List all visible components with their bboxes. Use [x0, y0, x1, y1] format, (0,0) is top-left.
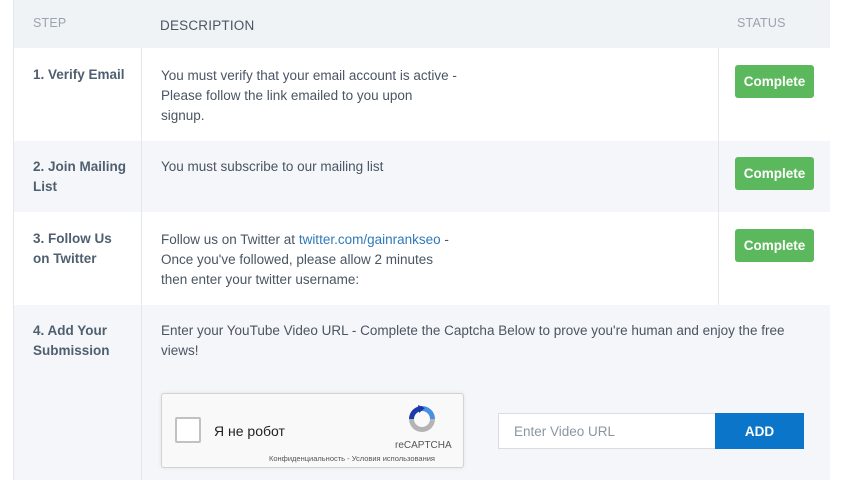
recaptcha-label: Я не робот	[214, 423, 285, 439]
complete-button-join-mailing[interactable]: Complete	[735, 157, 814, 190]
recaptcha-logo-icon	[409, 405, 435, 432]
add-button[interactable]: ADD	[715, 413, 804, 449]
step-title-line: 3. Follow Us	[33, 231, 112, 246]
description-line: Follow us on Twitter at twitter.com/gain…	[161, 230, 449, 250]
step-title-line: 4. Add Your	[33, 323, 108, 338]
description-line: You must verify that your email account …	[161, 68, 457, 83]
step-title-line: on Twitter	[33, 251, 97, 266]
table-row: 1. Verify Email You must verify that you…	[14, 48, 830, 141]
step-description: Enter your YouTube Video URL - Complete …	[161, 321, 784, 361]
column-divider	[141, 48, 142, 480]
step-title-line: 2. Join Mailing	[33, 159, 127, 174]
complete-button-follow-twitter[interactable]: Complete	[735, 229, 814, 262]
recaptcha-brand: reCAPTCHA	[395, 440, 452, 451]
steps-table: STEP DESCRIPTION STATUS 1. Verify Email …	[13, 0, 830, 480]
column-divider	[718, 48, 719, 305]
step-title-line: List	[33, 179, 58, 194]
step-title: 2. Join Mailing List	[33, 157, 133, 197]
recaptcha-widget: Я не робот reCAPTCHA Конфиденциальность …	[161, 393, 464, 468]
header-description: DESCRIPTION	[160, 18, 255, 33]
description-line: signup.	[161, 108, 205, 123]
table-row: 3. Follow Us on Twitter Follow us on Twi…	[14, 212, 830, 305]
recaptcha-checkbox[interactable]	[175, 417, 201, 443]
header-status: STATUS	[737, 16, 786, 30]
description-line: Enter your YouTube Video URL - Complete …	[161, 323, 785, 338]
description-line: Please follow the link emailed to you up…	[161, 88, 413, 103]
twitter-link[interactable]: twitter.com/gainrankseo	[299, 232, 441, 247]
video-url-input[interactable]	[498, 413, 716, 449]
table-header: STEP DESCRIPTION STATUS	[14, 0, 830, 48]
step-title-line: Submission	[33, 343, 110, 358]
description-line: Once you've followed, please allow 2 min…	[161, 252, 433, 267]
step-title: 4. Add Your Submission	[33, 321, 133, 361]
step-title: 3. Follow Us on Twitter	[33, 229, 133, 269]
header-step: STEP	[33, 16, 67, 30]
table-row: 2. Join Mailing List You must subscribe …	[14, 141, 830, 212]
description-line: You must subscribe to our mailing list	[161, 159, 384, 174]
description-text: -	[440, 232, 449, 247]
description-line: then enter your twitter username:	[161, 272, 360, 287]
description-line: views!	[161, 343, 199, 358]
step-title-line: 1. Verify Email	[33, 67, 125, 82]
description-text: Follow us on Twitter at	[161, 232, 299, 247]
step-description: You must subscribe to our mailing list	[161, 157, 383, 177]
complete-button-verify-email[interactable]: Complete	[735, 65, 814, 98]
recaptcha-terms[interactable]: Конфиденциальность - Условия использован…	[269, 454, 435, 463]
step-description: You must verify that your email account …	[161, 66, 457, 126]
step-description: Follow us on Twitter at twitter.com/gain…	[161, 230, 449, 290]
step-title: 1. Verify Email	[33, 65, 133, 85]
